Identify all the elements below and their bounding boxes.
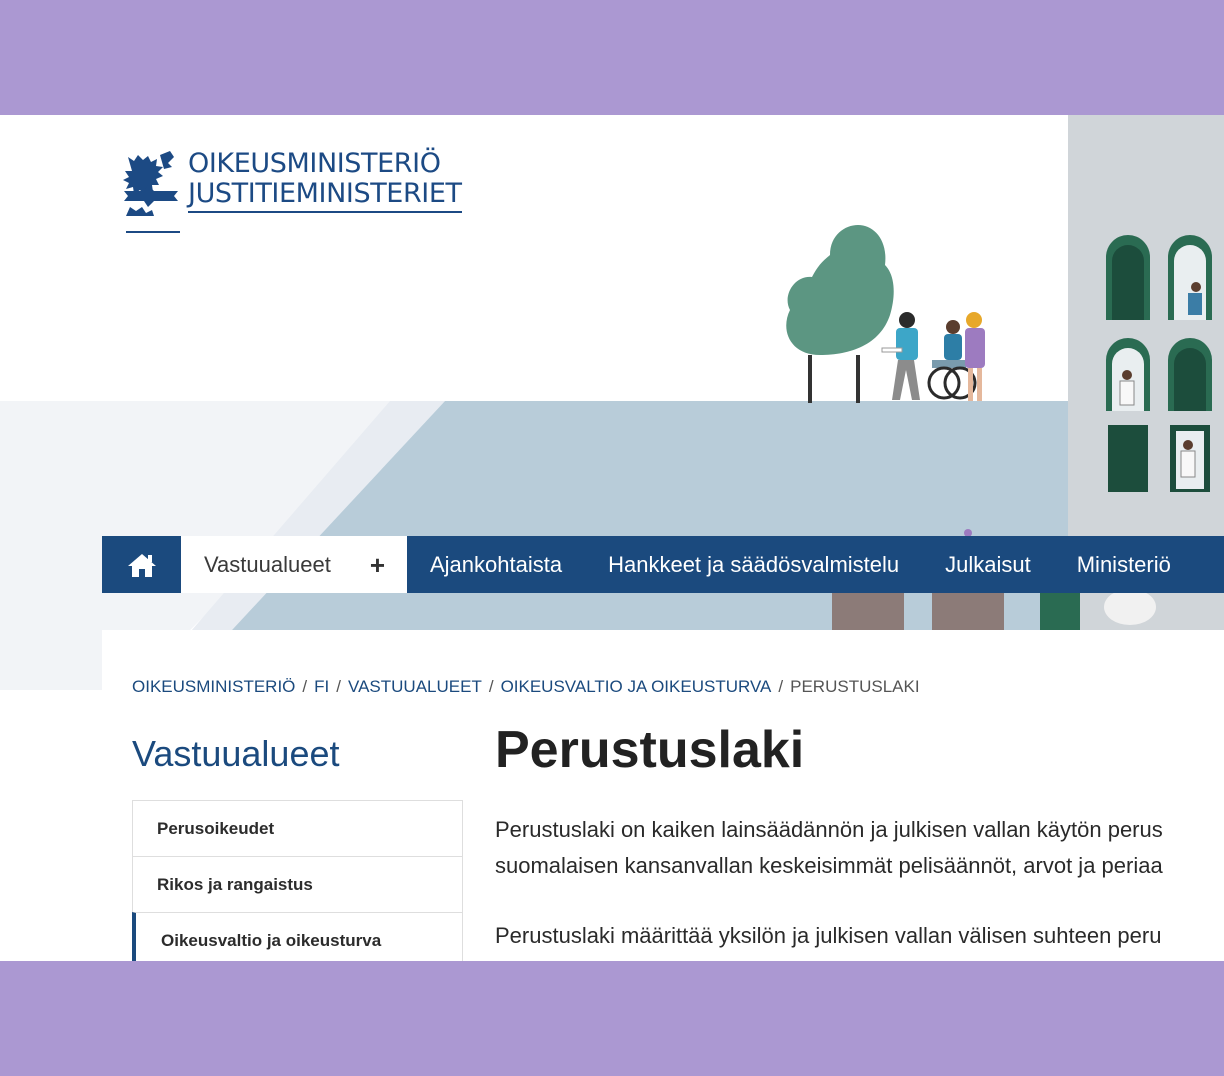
intro-paragraph-line-2: suomalaisen kansanvallan keskeisimmät pe… (495, 853, 1163, 878)
intro-paragraph-line-1: Perustuslaki on kaiken lainsäädännön ja … (495, 817, 1163, 842)
nav-item-vastuualueet-label: Vastuualueet (204, 551, 331, 577)
nav-home-button[interactable] (102, 536, 181, 593)
breadcrumb-separator: / (778, 677, 784, 696)
logo-underline-emblem (126, 231, 180, 233)
breadcrumb-separator: / (488, 677, 494, 696)
breadcrumb-link-oikeusministerio[interactable]: OIKEUSMINISTERIÖ (132, 677, 295, 696)
nav-item-julkaisut[interactable]: Julkaisut (922, 552, 1054, 578)
second-paragraph-line-1: Perustuslaki määrittää yksilön ja julkis… (495, 923, 1162, 948)
sidebar-menu: Perusoikeudet Rikos ja rangaistus Oikeus… (132, 800, 463, 961)
sidebar-item-oikeusvaltio[interactable]: Oikeusvaltio ja oikeusturva (132, 912, 463, 961)
hero-tree (786, 225, 894, 355)
sidebar-item-perusoikeudet[interactable]: Perusoikeudet (132, 800, 463, 856)
main-nav: Vastuualueet + Ajankohtaista Hankkeet ja… (102, 536, 1224, 593)
breadcrumb-separator: / (336, 677, 341, 696)
nav-item-ajankohtaista[interactable]: Ajankohtaista (407, 552, 585, 578)
lion-emblem-icon (123, 151, 178, 216)
breadcrumb: OIKEUSMINISTERIÖ / FI / VASTUUALUEET / OIKEUSV… (132, 677, 920, 697)
sidebar-item-rikos-ja-rangaistus[interactable]: Rikos ja rangaistus (132, 856, 463, 912)
ministry-logo[interactable]: OIKEUSMINISTERIÖ JUSTITIEMINISTERIET (120, 149, 462, 221)
breadcrumb-link-vastuualueet[interactable]: VASTUUALUEET (348, 677, 482, 696)
home-icon (127, 553, 156, 577)
logo-underline (188, 211, 462, 213)
breadcrumb-current: PERUSTUSLAKI (790, 677, 920, 696)
expand-plus-icon[interactable]: + (370, 552, 385, 578)
logo-name-swedish: JUSTITIEMINISTERIET (188, 178, 462, 209)
breadcrumb-link-fi[interactable]: FI (314, 677, 329, 696)
nav-item-ministerio[interactable]: Ministeriö (1054, 552, 1194, 578)
breadcrumb-separator: / (302, 677, 308, 696)
page-frame: OIKEUSMINISTERIÖ JUSTITIEMINISTERIET Vas… (0, 115, 1224, 961)
logo-name-finnish: OIKEUSMINISTERIÖ (188, 148, 441, 179)
nav-item-hankkeet[interactable]: Hankkeet ja säädösvalmistelu (585, 552, 922, 578)
page-title: Perustuslaki (495, 721, 805, 779)
breadcrumb-link-oikeusvaltio[interactable]: OIKEUSVALTIO JA OIKEUSTURVA (501, 677, 772, 696)
sidebar-title: Vastuualueet (132, 733, 340, 774)
nav-item-vastuualueet[interactable]: Vastuualueet + (181, 536, 407, 593)
